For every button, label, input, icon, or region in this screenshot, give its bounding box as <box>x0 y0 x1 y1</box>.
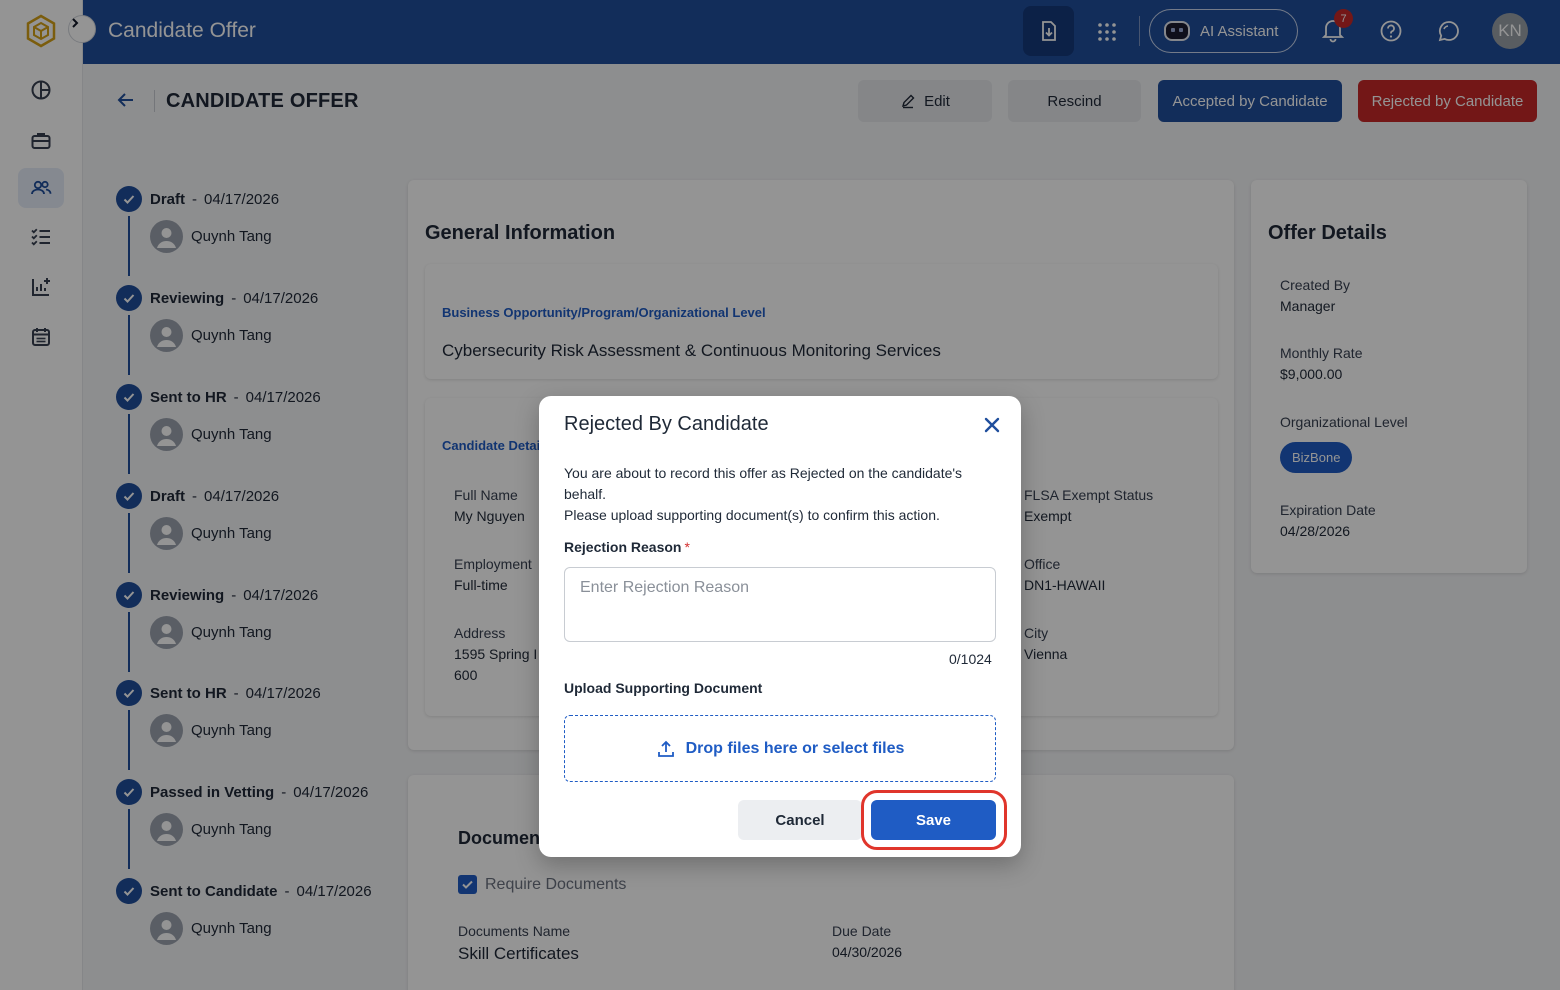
dialog-title: Rejected By Candidate <box>564 413 769 435</box>
rejection-reason-input[interactable] <box>564 567 996 642</box>
close-icon[interactable] <box>981 414 1003 436</box>
cancel-button[interactable]: Cancel <box>738 800 862 840</box>
upload-icon <box>657 740 674 757</box>
rejection-reason-label-text: Rejection Reason <box>564 539 682 555</box>
dropzone-text: Drop files here or select files <box>685 739 905 757</box>
character-counter: 0/1024 <box>949 651 992 667</box>
dialog-message: You are about to record this offer as Re… <box>564 463 994 526</box>
upload-document-label: Upload Supporting Document <box>564 680 763 696</box>
dialog-message-line2: Please upload supporting document(s) to … <box>564 507 940 523</box>
dialog-message-line1: You are about to record this offer as Re… <box>564 465 963 502</box>
required-asterisk: * <box>684 539 690 555</box>
save-button[interactable]: Save <box>871 800 996 840</box>
rejection-reason-label: Rejection Reason * <box>564 539 690 555</box>
file-dropzone[interactable]: Drop files here or select files <box>564 715 996 782</box>
rejected-by-candidate-dialog: Rejected By Candidate You are about to r… <box>539 396 1021 857</box>
